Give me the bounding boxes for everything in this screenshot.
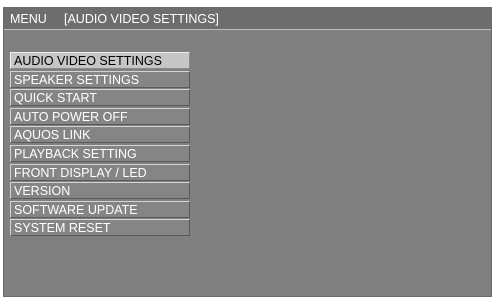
menu-item-label: SPEAKER SETTINGS	[14, 72, 140, 87]
menu-item-front-display-led[interactable]: FRONT DISPLAY / LED	[10, 163, 190, 181]
menu-item-software-update[interactable]: SOFTWARE UPDATE	[10, 200, 190, 218]
menu-item-version[interactable]: VERSION	[10, 182, 190, 200]
menu-item-audio-video-settings[interactable]: AUDIO VIDEO SETTINGS	[10, 52, 190, 69]
menu-item-label: SOFTWARE UPDATE	[14, 202, 138, 217]
menu-item-label: AUTO POWER OFF	[14, 109, 128, 124]
menu-item-label: SYSTEM RESET	[14, 221, 111, 236]
menu-title: MENU	[10, 12, 47, 26]
menu-item-label: AQUOS LINK	[14, 128, 91, 143]
menu-item-label: PLAYBACK SETTING	[14, 146, 137, 161]
menu-item-aquos-link[interactable]: AQUOS LINK	[10, 126, 190, 144]
menu-item-auto-power-off[interactable]: AUTO POWER OFF	[10, 107, 190, 125]
menu-item-label: FRONT DISPLAY / LED	[14, 165, 147, 180]
menu-item-playback-setting[interactable]: PLAYBACK SETTING	[10, 144, 190, 162]
menu-header: MENU [AUDIO VIDEO SETTINGS]	[4, 8, 491, 30]
menu-screen: MENU [AUDIO VIDEO SETTINGS] AUDIO VIDEO …	[3, 7, 492, 297]
menu-item-label: QUICK START	[14, 91, 97, 106]
current-section-title: [AUDIO VIDEO SETTINGS]	[64, 12, 219, 26]
menu-item-label: VERSION	[14, 184, 71, 199]
menu-item-speaker-settings[interactable]: SPEAKER SETTINGS	[10, 70, 190, 88]
menu-item-quick-start[interactable]: QUICK START	[10, 89, 190, 107]
settings-menu-list: AUDIO VIDEO SETTINGS SPEAKER SETTINGS QU…	[10, 52, 190, 238]
menu-item-system-reset[interactable]: SYSTEM RESET	[10, 219, 190, 237]
menu-item-label: AUDIO VIDEO SETTINGS	[14, 54, 162, 68]
